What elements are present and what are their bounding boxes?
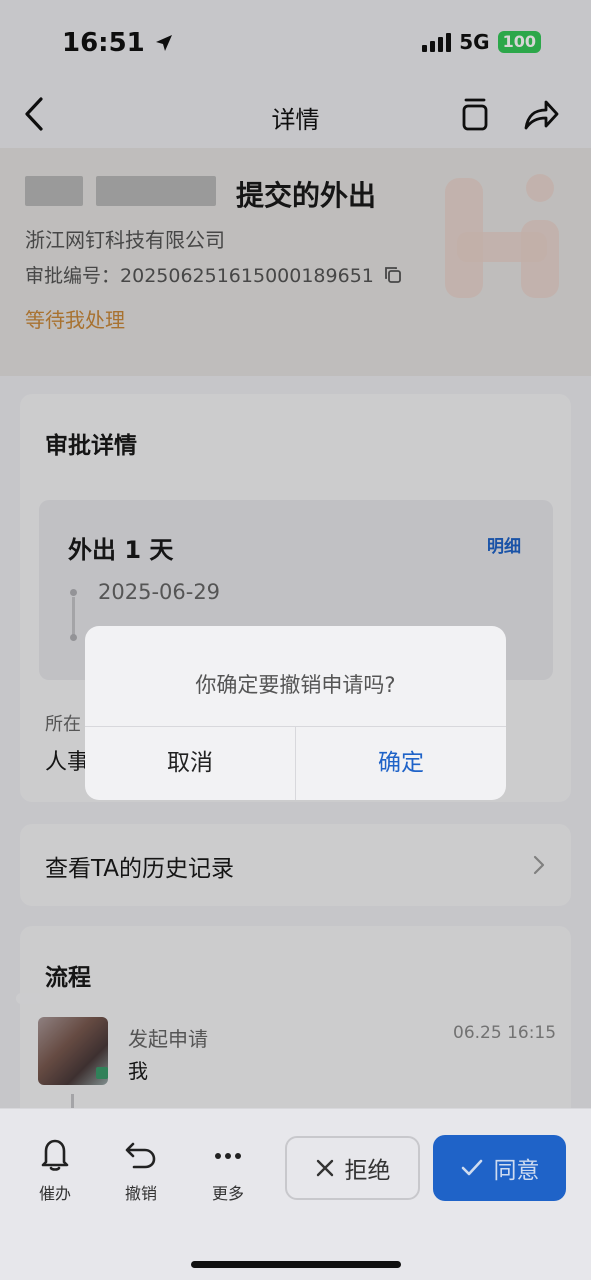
revoke-label: 撤销 [124, 1184, 157, 1203]
more-icon [215, 1153, 241, 1159]
more-button[interactable]: 更多 [198, 1136, 258, 1204]
revoke-button[interactable]: 撤销 [111, 1136, 171, 1204]
bell-icon [41, 1139, 69, 1171]
close-icon [316, 1159, 333, 1177]
agree-button[interactable]: 同意 [433, 1135, 566, 1201]
confirm-dialog: 你确定要撤销申请吗? 取消 确定 [85, 626, 506, 800]
undo-icon [125, 1142, 156, 1169]
check-icon [461, 1159, 482, 1176]
urge-label: 催办 [38, 1184, 71, 1203]
agree-label: 同意 [493, 1158, 540, 1184]
home-indicator [191, 1261, 401, 1268]
reject-button[interactable]: 拒绝 [285, 1136, 420, 1200]
confirm-button[interactable]: 确定 [296, 726, 506, 800]
urge-button[interactable]: 催办 [25, 1136, 85, 1204]
dialog-message: 你确定要撤销申请吗? [195, 673, 396, 697]
reject-label: 拒绝 [344, 1158, 391, 1184]
cancel-button[interactable]: 取消 [85, 726, 295, 800]
more-label: 更多 [211, 1184, 244, 1203]
